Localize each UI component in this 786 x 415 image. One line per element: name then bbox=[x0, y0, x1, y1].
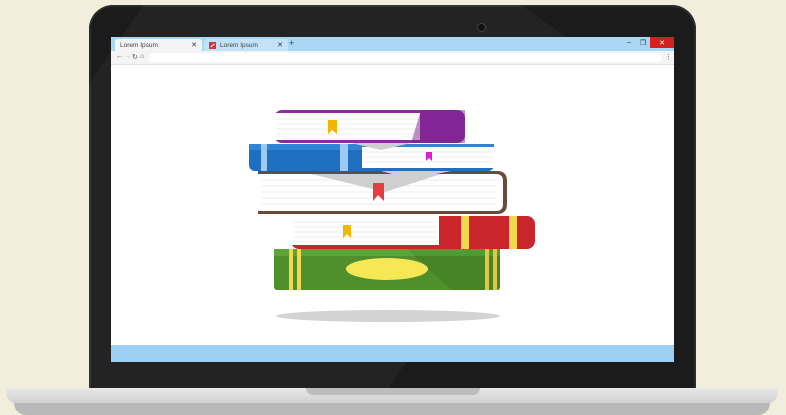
green-book bbox=[274, 249, 500, 290]
browser-window: Lorem Ipsum ✕ Lorem Ipsum ✕ + – ❐ ✕ ← → … bbox=[111, 37, 674, 362]
tab-lorem-ipsum-inactive[interactable]: Lorem Ipsum ✕ bbox=[204, 39, 288, 51]
tab-close-icon[interactable]: ✕ bbox=[277, 41, 283, 49]
close-window-button[interactable]: ✕ bbox=[650, 37, 674, 48]
tab-label: Lorem Ipsum bbox=[220, 41, 258, 49]
new-tab-button[interactable]: + bbox=[289, 38, 294, 48]
laptop-notch bbox=[306, 388, 480, 395]
webcam-icon bbox=[477, 23, 486, 32]
tab-lorem-ipsum-active[interactable]: Lorem Ipsum ✕ bbox=[115, 39, 202, 51]
tab-label: Lorem Ipsum bbox=[120, 41, 158, 49]
minimize-button[interactable]: – bbox=[622, 37, 636, 48]
red-book bbox=[291, 216, 535, 249]
laptop-base-bottom bbox=[14, 403, 770, 415]
menu-icon[interactable]: ⋮ bbox=[665, 53, 672, 61]
reload-icon[interactable]: ↻ bbox=[132, 53, 138, 61]
stack-shadow bbox=[276, 310, 500, 322]
status-bar bbox=[111, 345, 674, 362]
tab-close-icon[interactable]: ✕ bbox=[191, 41, 197, 49]
browser-toolbar: ← → ↻ ⌂ ⋮ bbox=[111, 51, 674, 65]
books-illustration bbox=[249, 110, 535, 322]
back-icon[interactable]: ← bbox=[116, 53, 123, 60]
page-content bbox=[111, 66, 674, 345]
tab-bar: Lorem Ipsum ✕ Lorem Ipsum ✕ + – ❐ ✕ bbox=[111, 37, 674, 51]
home-icon[interactable]: ⌂ bbox=[140, 53, 144, 60]
forward-icon[interactable]: → bbox=[124, 53, 131, 60]
favicon-icon bbox=[209, 41, 216, 49]
brown-book bbox=[258, 171, 507, 214]
address-bar[interactable] bbox=[149, 53, 661, 62]
maximize-button[interactable]: ❐ bbox=[636, 37, 650, 48]
